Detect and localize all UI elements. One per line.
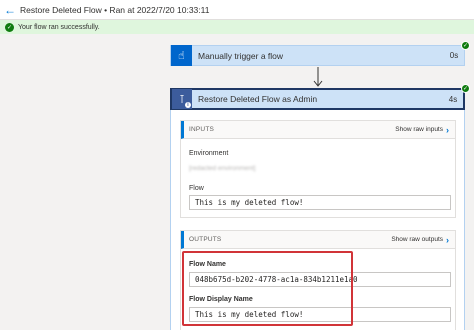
run-title: Restore Deleted Flow • Ran at 2022/7/20 … bbox=[20, 4, 210, 15]
environment-label: Environment bbox=[189, 150, 229, 157]
success-check-icon: ✓ bbox=[461, 84, 470, 93]
power-automate-admin-icon: ⊺ i bbox=[172, 89, 192, 109]
step-duration: 0s bbox=[449, 51, 459, 60]
outputs-label: OUTPUTS bbox=[189, 236, 222, 243]
inputs-header: INPUTS Show raw inputs › bbox=[181, 121, 455, 139]
inputs-label: INPUTS bbox=[189, 126, 215, 133]
outputs-section: OUTPUTS Show raw outputs › Flow Name 048… bbox=[180, 230, 456, 330]
inputs-section: INPUTS Show raw inputs › Environment [re… bbox=[180, 120, 456, 218]
step-label: Restore Deleted Flow as Admin bbox=[198, 94, 318, 104]
flow-label: Flow bbox=[189, 185, 204, 192]
chevron-right-icon[interactable]: › bbox=[446, 235, 449, 245]
check-circle-icon: ✓ bbox=[5, 22, 14, 32]
flow-name-label: Flow Name bbox=[189, 261, 226, 268]
step-label: Manually trigger a flow bbox=[198, 50, 284, 61]
environment-value-text: [redacted environment] bbox=[189, 165, 256, 172]
flow-display-name-label: Flow Display Name bbox=[189, 296, 253, 303]
flow-name-value: 048b675d-b202-4778-ac1a-834b1211e1a0 bbox=[189, 272, 451, 287]
step-duration: 4s bbox=[448, 94, 458, 104]
touch-trigger-icon: ☝ bbox=[171, 45, 192, 66]
flow-display-name-value: This is my deleted flow! bbox=[189, 307, 451, 322]
step-header[interactable]: ⊺ i Restore Deleted Flow as Admin 4s bbox=[170, 88, 465, 110]
environment-value: [redacted environment] bbox=[189, 161, 451, 176]
show-raw-inputs-link[interactable]: Show raw inputs bbox=[395, 126, 443, 133]
top-bar: ← Restore Deleted Flow • Ran at 2022/7/2… bbox=[0, 0, 474, 20]
arrow-left-icon[interactable]: ← bbox=[0, 0, 20, 20]
down-arrow-icon bbox=[313, 67, 323, 87]
outputs-header: OUTPUTS Show raw outputs › bbox=[181, 231, 455, 249]
banner-message: Your flow ran successfully. bbox=[18, 23, 100, 31]
success-banner: ✓ Your flow ran successfully. bbox=[0, 20, 474, 34]
step-manual-trigger[interactable]: ☝ Manually trigger a flow 0s bbox=[170, 45, 465, 66]
show-raw-outputs-link[interactable]: Show raw outputs bbox=[391, 236, 443, 243]
flow-value: This is my deleted flow! bbox=[189, 195, 451, 210]
success-check-icon: ✓ bbox=[461, 41, 470, 50]
step-restore-deleted-flow: ⊺ i Restore Deleted Flow as Admin 4s INPU… bbox=[170, 88, 465, 330]
chevron-right-icon[interactable]: › bbox=[446, 125, 449, 135]
